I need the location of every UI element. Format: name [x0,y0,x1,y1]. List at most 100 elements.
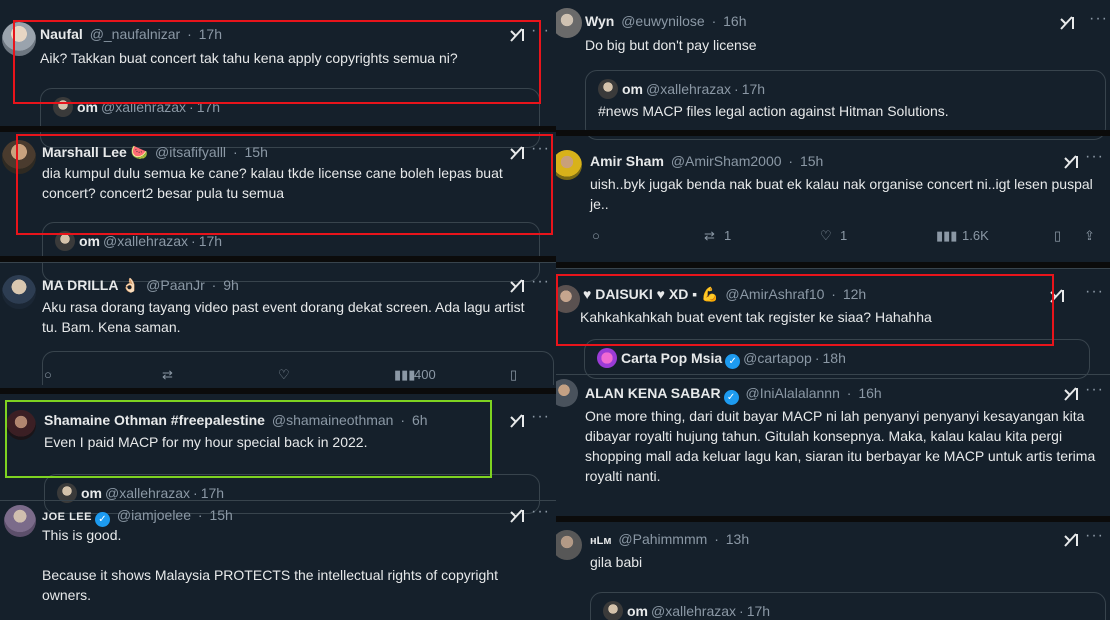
tweet-wyn[interactable]: Wyn @euwynilose · 16h ··· Do big but don… [556,0,1110,140]
grok-icon[interactable] [1048,287,1066,305]
grok-icon[interactable] [508,26,526,44]
more-options-icon[interactable]: ··· [1085,527,1104,545]
avatar[interactable] [2,140,36,174]
author-handle[interactable]: @AmirAshraf10 [725,286,824,302]
verified-badge-icon: ✓ [723,390,739,405]
timestamp[interactable]: 17h [199,26,222,42]
tweet-amir-sham[interactable]: Amir Sham @AmirSham2000 · 15h ··· uish..… [556,136,1110,260]
author-handle[interactable]: @Pahimmmm [618,531,707,547]
timestamp[interactable]: 15h [209,507,232,523]
views-count[interactable]: 1.6K [962,228,989,243]
like-count[interactable]: 1 [840,228,847,243]
tweet-shamaine-othman[interactable]: Shamaine Othman #freepalestine @shamaine… [0,394,556,514]
author-name[interactable]: Wyn [585,13,614,29]
bookmark-icon[interactable]: ▯ [1054,228,1061,244]
timestamp[interactable]: 13h [726,531,749,547]
views-icon[interactable]: ▮▮▮ [936,228,957,244]
tweet-text: Kahkahkahkah buat event tak register ke … [580,309,932,325]
author-handle[interactable]: @euwynilose [621,13,704,29]
author-name[interactable]: JOE LEE [42,511,92,523]
like-icon[interactable]: ♡ [820,228,832,244]
timestamp[interactable]: 16h [858,385,881,401]
tweet-daisuki[interactable]: ♥ DAISUKI ♥ XD ▪ 💪 @AmirAshraf10 · 12h ·… [556,268,1110,379]
tweet-naufal[interactable]: Naufal @_naufalnizar · 17h ··· Aik? Takk… [0,12,556,148]
more-options-icon[interactable]: ··· [1085,381,1104,399]
avatar[interactable] [556,285,580,313]
tweet-marshall-lee[interactable]: Marshall Lee 🍉 @itsafifyalll · 15h ··· d… [0,132,556,282]
share-icon[interactable]: ⇪ [1084,228,1095,244]
author-name[interactable]: Amir Sham [590,153,664,169]
grok-icon[interactable] [508,412,526,430]
author-name[interactable]: ♥ DAISUKI ♥ XD ▪ 💪 [583,286,718,302]
avatar [597,348,617,368]
timestamp[interactable]: 6h [412,412,428,428]
grok-icon[interactable] [508,507,526,525]
grok-icon[interactable] [508,277,526,295]
author-name[interactable]: Shamaine Othman #freepalestine [44,412,265,428]
more-options-icon[interactable]: ··· [531,273,550,291]
author-handle[interactable]: @itsafifyalll [155,144,226,160]
retweet-count[interactable]: 1 [724,228,731,243]
bookmark-icon[interactable]: ▯ [510,367,517,383]
more-options-icon[interactable]: ··· [531,22,550,40]
grok-icon[interactable] [508,144,526,162]
grok-icon[interactable] [1062,385,1080,403]
more-options-icon[interactable]: ··· [531,503,550,521]
quoted-tweet[interactable]: Carta Pop Msia ✓ @cartapop · 18h [584,339,1090,379]
tweet-ma-drilla[interactable]: MA DRILLA 👌🏻 @PaanJr · 9h ··· Aku rasa d… [0,262,556,388]
reply-icon[interactable]: ○ [592,228,600,243]
quote-timestamp: 17h [741,81,766,97]
tweet-hlm[interactable]: нLм @Pahimmmm · 13h ··· gila babi om @xal… [556,522,1110,620]
avatar[interactable] [556,530,582,560]
retweet-icon[interactable]: ⇄ [704,228,715,244]
tweet-text: Even I paid MACP for my hour special bac… [44,434,368,450]
more-options-icon[interactable]: ··· [531,408,550,426]
author-name[interactable]: Naufal [40,26,83,42]
timestamp[interactable]: 16h [723,13,746,29]
author-handle[interactable]: @_naufalnizar [90,26,181,42]
tweet-actions: ○ ⇄ ♡ ▮▮▮ 400 ▯ [42,367,556,389]
author-handle[interactable]: @AmirSham2000 [671,153,782,169]
like-icon[interactable]: ♡ [278,367,290,383]
tweet-text: Aik? Takkan buat concert tak tahu kena a… [40,50,458,66]
author-handle[interactable]: @IniAlalalannn [745,385,839,401]
avatar[interactable] [556,150,582,180]
avatar[interactable] [4,505,36,537]
author-handle[interactable]: @shamaineothman [272,412,394,428]
retweet-icon[interactable]: ⇄ [162,367,173,383]
author-handle[interactable]: @iamjoelee [117,507,191,523]
more-options-icon[interactable]: ··· [1085,283,1104,301]
quote-author-name: om [79,233,100,249]
avatar[interactable] [556,8,582,38]
quote-timestamp: 17h [198,233,223,249]
tweet-joe-lee[interactable]: JOE LEE ✓ @iamjoelee · 15h ··· This is go… [0,500,556,620]
avatar[interactable] [556,379,578,407]
author-name[interactable]: ALAN KENA SABAR [585,385,721,401]
avatar[interactable] [2,22,36,56]
author-handle[interactable]: @PaanJr [146,277,205,293]
more-options-icon[interactable]: ··· [531,140,550,158]
more-options-icon[interactable]: ··· [1085,148,1104,166]
tweet-alan-kena-sabar[interactable]: ALAN KENA SABAR ✓ @IniAlalalannn · 16h ··… [556,374,1110,516]
avatar[interactable] [2,275,36,309]
timestamp[interactable]: 9h [223,277,239,293]
quote-author-handle: @xallehrazax [101,99,187,115]
grok-icon[interactable] [1062,153,1080,171]
reply-icon[interactable]: ○ [44,367,52,382]
grok-icon[interactable] [1062,531,1080,549]
author-name[interactable]: MA DRILLA 👌🏻 [42,277,139,293]
author-name[interactable]: нLм [590,535,612,547]
author-name[interactable]: Marshall Lee 🍉 [42,144,148,160]
more-options-icon[interactable]: ··· [1089,10,1108,28]
timestamp[interactable]: 12h [843,286,866,302]
verified-badge-icon: ✓ [725,353,741,369]
timestamp[interactable]: 15h [800,153,823,169]
views-count[interactable]: 400 [414,367,436,382]
timestamp[interactable]: 15h [245,144,268,160]
right-screenshot-column: Wyn @euwynilose · 16h ··· Do big but don… [556,0,1110,620]
views-icon[interactable]: ▮▮▮ [394,367,415,383]
tweet-text: Aku rasa dorang tayang video past event … [42,299,525,335]
avatar[interactable] [6,410,36,440]
grok-icon[interactable] [1058,14,1076,32]
quoted-tweet[interactable]: om @xallehrazax · 17h [590,592,1106,620]
